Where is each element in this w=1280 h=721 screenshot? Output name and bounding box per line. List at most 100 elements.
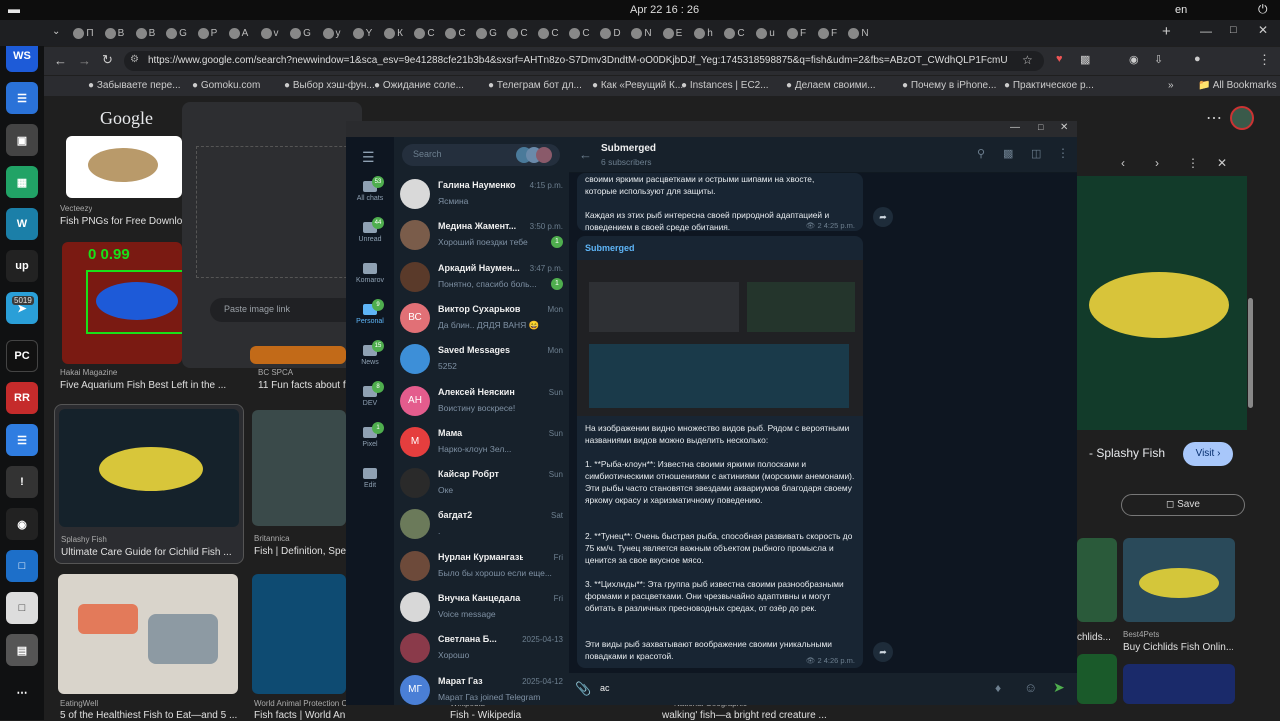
chat-item[interactable]: Медина Жамент... 3:50 p.m. Хороший поездки…	[394, 216, 569, 257]
search-icon[interactable]: ⚲	[977, 147, 985, 160]
browser-tab[interactable]: h	[690, 24, 717, 42]
extensions-icon[interactable]: ▩	[1080, 53, 1090, 66]
browser-tab[interactable]: D	[597, 24, 624, 42]
forward-icon[interactable]: →	[78, 53, 91, 68]
tab-search-icon[interactable]: ⌄	[52, 26, 60, 37]
preview-image[interactable]	[1077, 176, 1247, 430]
chat-item[interactable]: багдат2 Sat.	[394, 505, 569, 546]
window-maximize-icon[interactable]: □	[1230, 24, 1237, 36]
browser-tab[interactable]: С	[535, 24, 562, 42]
chat-item[interactable]: Кайсар Робрт Sun Оке	[394, 464, 569, 505]
attach-icon[interactable]: 📎	[575, 681, 591, 697]
browser-tab[interactable]: С	[721, 24, 748, 42]
result-title[interactable]: walking' fish—a bright red creature ...	[662, 710, 862, 721]
browser-tab[interactable]: В	[132, 24, 159, 42]
more-icon[interactable]: ⋮	[1187, 156, 1199, 170]
chat-item[interactable]: Saved Messages Mon 5252	[394, 340, 569, 381]
text-editor-icon[interactable]: ☰	[6, 424, 38, 456]
url-text[interactable]: https://www.google.com/search?newwindow=…	[148, 55, 1008, 66]
bookmark-item[interactable]: ● Instances | EC2...	[681, 80, 777, 91]
docs-icon[interactable]: ☰	[6, 82, 38, 114]
emoji-icon[interactable]: ☺	[1024, 680, 1037, 695]
related-image-4[interactable]	[1123, 664, 1235, 704]
browser-tab[interactable]: С	[442, 24, 469, 42]
reload-icon[interactable]: ↻	[102, 52, 113, 68]
upwork-icon[interactable]: up	[6, 250, 38, 282]
result-image-7[interactable]	[252, 574, 346, 694]
message-bubble[interactable]: своими яркими расцветками и острыми шипа…	[577, 173, 863, 232]
google-logo[interactable]: Google	[100, 108, 153, 129]
result-title[interactable]: Ultimate Care Guide for Cichlid Fish ...	[61, 547, 239, 558]
tg-maximize-icon[interactable]: □	[1038, 122, 1043, 132]
visit-button[interactable]: Visit ›	[1183, 442, 1233, 466]
result-image-3[interactable]	[250, 346, 346, 364]
image-drop-zone[interactable]	[196, 146, 362, 278]
forward-icon[interactable]: ➦	[873, 642, 893, 662]
result-title[interactable]: Fish - Wikipedia	[450, 710, 570, 721]
result-image-4[interactable]	[59, 409, 239, 527]
paste-link-input[interactable]: Paste image link	[210, 298, 360, 322]
screenshot-icon[interactable]: ▣	[6, 124, 38, 156]
result-image-1[interactable]	[66, 136, 182, 198]
related-title[interactable]: chlids...	[1077, 632, 1117, 643]
bookmark-star-icon[interactable]: ☆	[1022, 53, 1033, 67]
archive-icon[interactable]: ▤	[6, 634, 38, 666]
folder-edit[interactable]: Edit	[346, 468, 394, 489]
power-icon[interactable]: ⏻	[1258, 2, 1268, 17]
bookmark-item[interactable]: ● Телеграм бот дл...	[488, 80, 584, 91]
browser-tab[interactable]: F	[814, 24, 841, 42]
menu-icon[interactable]: ▬	[8, 2, 20, 16]
chat-item[interactable]: Нурлан Курмангазы Fri Было бы хорошо если …	[394, 547, 569, 588]
pycharm-icon[interactable]: PC	[6, 340, 38, 372]
browser-tab[interactable]: В	[101, 24, 128, 42]
result-title[interactable]: Fish | Definition, Spec	[254, 546, 346, 557]
bookmarks-overflow-icon[interactable]: »	[1168, 80, 1174, 91]
window-minimize-icon[interactable]: —	[1200, 24, 1212, 38]
related-image-2[interactable]	[1123, 538, 1235, 622]
close-panel-icon[interactable]: ✕	[1217, 156, 1227, 170]
browser-tab[interactable]: Р	[194, 24, 221, 42]
browser-tab[interactable]: П	[70, 24, 97, 42]
chat-item[interactable]: Внучка Канцедала Fri Voice message	[394, 588, 569, 629]
related-image-1[interactable]	[1077, 538, 1117, 622]
bookmark-item[interactable]: ● Как «Ревущий К...	[592, 80, 688, 91]
next-icon[interactable]: ›	[1155, 156, 1159, 170]
send-icon[interactable]: ➤	[1053, 679, 1065, 696]
result-title[interactable]: 5 of the Healthiest Fish to Eat—and 5 ..…	[60, 710, 240, 721]
browser-tab[interactable]: С	[504, 24, 531, 42]
result-title[interactable]: 11 Fun facts about fi	[258, 380, 346, 391]
keyboard-language[interactable]: en	[1175, 4, 1187, 16]
page-scrollbar[interactable]	[1248, 298, 1253, 408]
browser-tab[interactable]: А	[225, 24, 252, 42]
chat-item[interactable]: ВС Виктор Сухарьков Mon Да блин.. ДЯДЯ ВАНЯ…	[394, 299, 569, 340]
result-title[interactable]: Fish PNGs for Free Download	[60, 216, 182, 227]
notes-icon[interactable]: □	[6, 592, 38, 624]
result-title[interactable]: Five Aquarium Fish Best Left in the ...	[60, 380, 246, 391]
vs-icon[interactable]: W	[6, 208, 38, 240]
folder-all-chats[interactable]: 53 All chats	[346, 176, 394, 202]
bookmark-item[interactable]: ● Ожидание соле...	[374, 80, 470, 91]
files-icon[interactable]: □	[6, 550, 38, 582]
account-avatar[interactable]	[1230, 106, 1254, 130]
google-apps-icon[interactable]: ⋯	[1206, 108, 1222, 128]
message-input[interactable]: ac	[599, 679, 959, 699]
chat-item[interactable]: Светлана Б... 2025-04-13 Хорошо	[394, 629, 569, 670]
new-tab-button[interactable]: +	[1162, 23, 1171, 40]
url-box[interactable]: ⚙ https://www.google.com/search?newwindo…	[124, 51, 1044, 71]
all-bookmarks-link[interactable]: 📁 All Bookmarks	[1198, 80, 1277, 91]
browser-tab[interactable]: Y	[349, 24, 376, 42]
browser-tab[interactable]: u	[752, 24, 779, 42]
browser-tab[interactable]: Е	[659, 24, 686, 42]
browser-tab[interactable]: N	[628, 24, 655, 42]
forward-icon[interactable]: ➦	[873, 207, 893, 227]
tg-close-icon[interactable]: ✕	[1060, 122, 1068, 133]
bell-icon[interactable]: ♦	[995, 681, 1001, 695]
browser-tab[interactable]: С	[566, 24, 593, 42]
back-arrow-icon[interactable]: ←	[579, 147, 592, 162]
search-input[interactable]: Search	[402, 144, 560, 166]
bookmark-item[interactable]: ● Gomoku.com	[192, 80, 288, 91]
browser-tab[interactable]: G	[163, 24, 190, 42]
window-close-icon[interactable]: ✕	[1258, 23, 1268, 37]
story-avatar[interactable]	[536, 147, 552, 163]
rider-icon[interactable]: RR	[6, 382, 38, 414]
